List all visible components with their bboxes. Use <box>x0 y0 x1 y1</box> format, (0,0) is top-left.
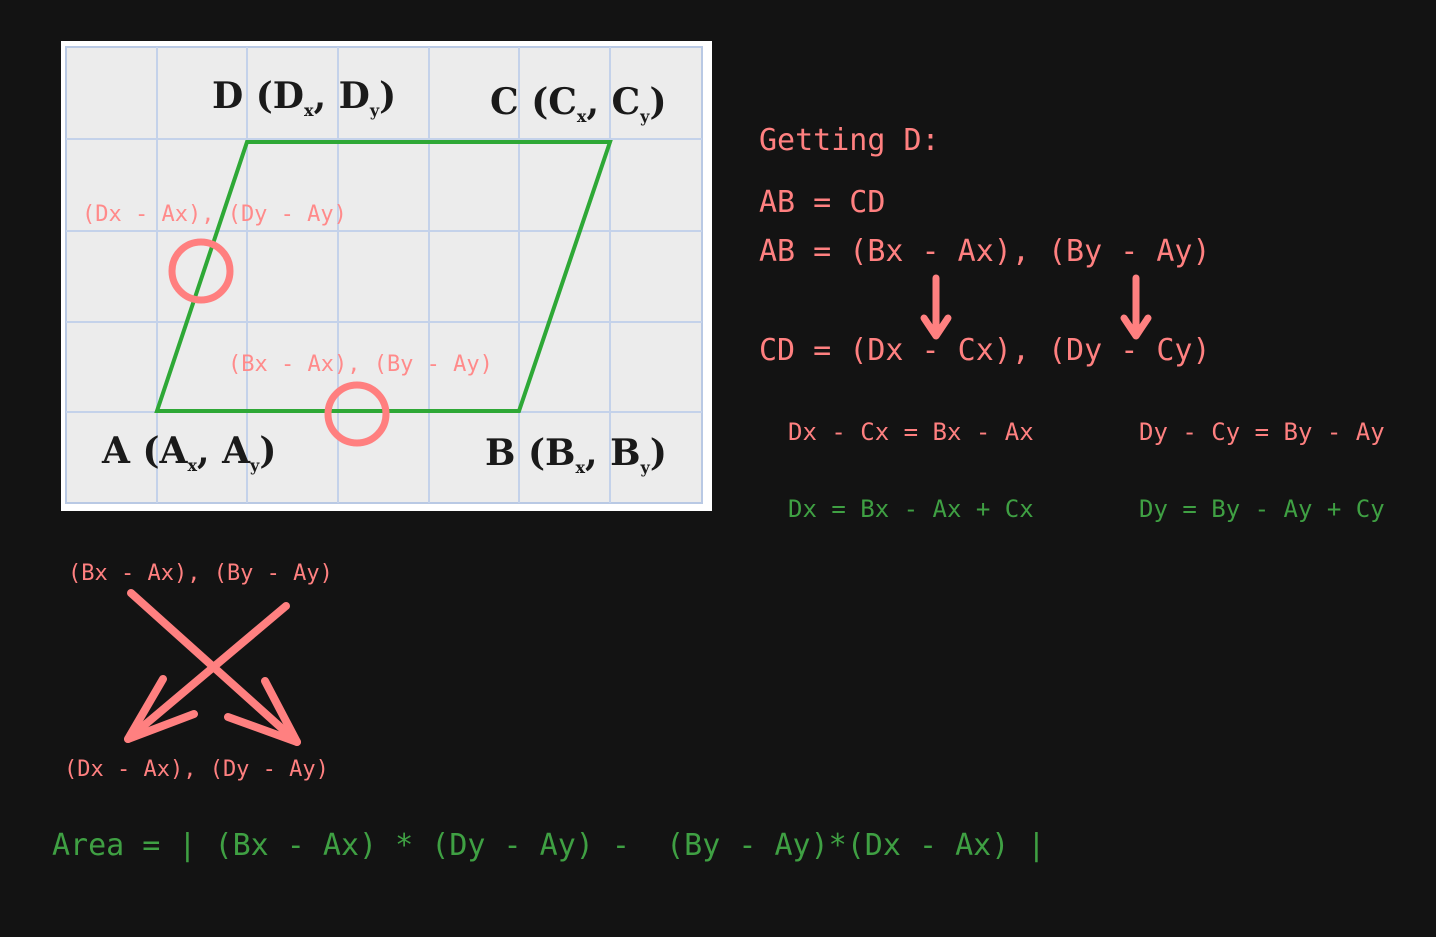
result-y: Dy = By - Ay + Cy <box>1139 495 1385 523</box>
annotation-canvas: D (Dx, Dy) C (Cx, Cy) A (Ax, Ay) B (Bx, … <box>61 41 1152 746</box>
derivation-line-2: AB = (Bx - Ax), (By - Ay) <box>759 234 1211 269</box>
down-arrow-icon <box>920 274 952 340</box>
ad-vector-label: (Dx - Ax), (Dy - Ay) <box>82 202 347 227</box>
result-x: Dx = Bx - Ax + Cx <box>788 495 1034 523</box>
down-arrow-icon <box>1120 274 1152 340</box>
equation-y: Dy - Cy = By - Ay <box>1139 418 1385 446</box>
ab-vector-label: (Bx - Ax), (By - Ay) <box>228 352 493 377</box>
cross-arrow-left-icon <box>124 602 290 743</box>
parallelogram-figure: D (Dx, Dy) C (Cx, Cy) A (Ax, Ay) B (Bx, … <box>61 41 712 511</box>
cross-bottom-label: (Dx - Ax), (Dy - Ay) <box>64 757 329 782</box>
derivation-heading: Getting D: <box>759 123 940 158</box>
equation-x: Dx - Cx = Bx - Ax <box>788 418 1034 446</box>
derivation-line-1: AB = CD <box>759 185 886 220</box>
cross-top-label: (Bx - Ax), (By - Ay) <box>68 561 333 586</box>
derivation-line-3: CD = (Dx - Cx), (Dy - Cy) <box>759 333 1211 368</box>
area-formula: Area = | (Bx - Ax) * (Dy - Ay) - (By - A… <box>52 828 1046 863</box>
